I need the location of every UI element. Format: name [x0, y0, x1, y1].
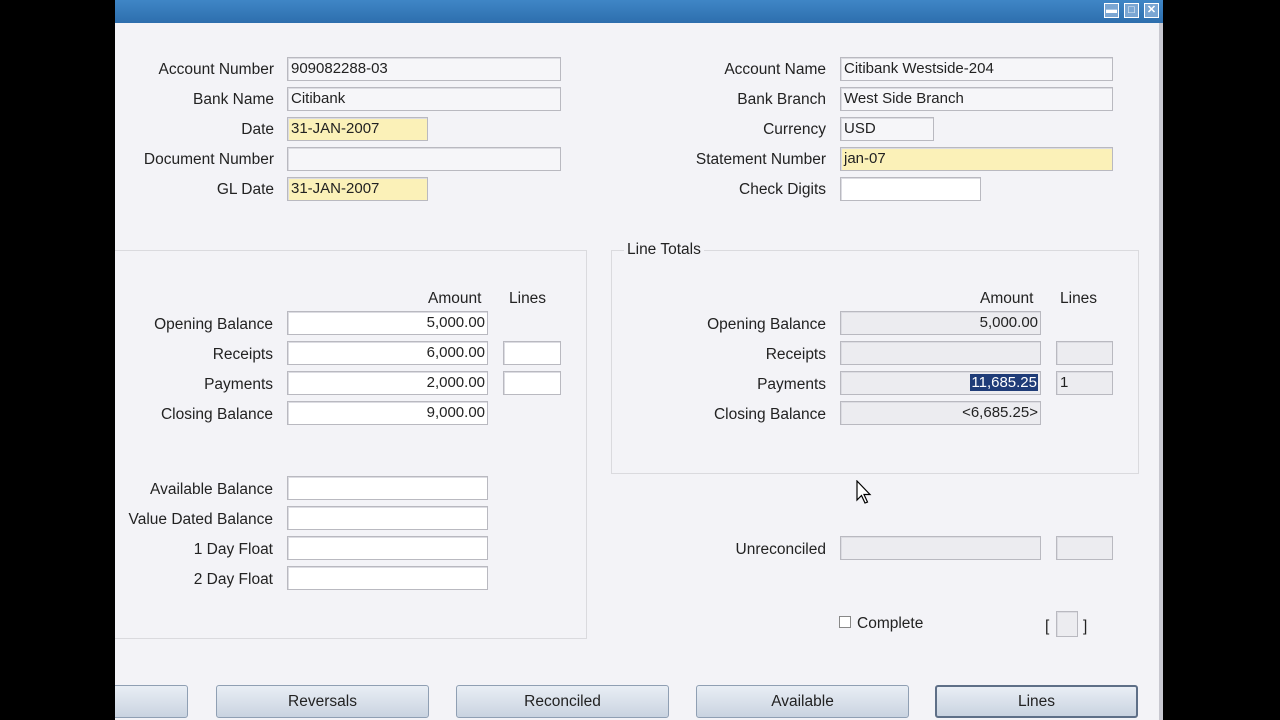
- complete-checkbox[interactable]: [839, 616, 851, 628]
- line-payments-lines-field: 1: [1056, 371, 1113, 395]
- bracket-open: [: [1045, 618, 1050, 635]
- line-lines-header: Lines: [1060, 290, 1098, 307]
- bank-branch-field[interactable]: West Side Branch: [840, 87, 1113, 111]
- close-icon[interactable]: ✕: [1144, 3, 1159, 18]
- bracket-close: ]: [1083, 618, 1088, 635]
- bank-statement-window: ▬ □ ✕ Account Number 909082288-03 Bank N…: [115, 0, 1163, 720]
- line-amount-header: Amount: [980, 290, 1034, 307]
- control-receipts-amount-field[interactable]: 6,000.00: [287, 341, 488, 365]
- mouse-cursor-icon: [856, 480, 872, 504]
- line-opening-balance-field: 5,000.00: [840, 311, 1041, 335]
- account-name-label: Account Name: [724, 61, 826, 78]
- check-digits-label: Check Digits: [739, 181, 826, 198]
- complete-label[interactable]: Complete: [857, 615, 923, 633]
- control-lines-header: Lines: [509, 290, 547, 307]
- unreconciled-amount-field: [840, 536, 1041, 560]
- gl-date-field[interactable]: 31-JAN-2007: [287, 177, 428, 201]
- bank-name-field[interactable]: Citibank: [287, 87, 561, 111]
- reconciled-button[interactable]: Reconciled: [456, 685, 669, 718]
- unreconciled-lines-field: [1056, 536, 1113, 560]
- line-receipts-amount-field: [840, 341, 1041, 365]
- title-bar: ▬ □ ✕: [115, 0, 1163, 23]
- line-opening-balance-label: Opening Balance: [707, 316, 826, 333]
- control-opening-balance-field[interactable]: 5,000.00: [287, 311, 488, 335]
- control-opening-balance-label: Opening Balance: [154, 316, 273, 333]
- line-payments-label: Payments: [757, 376, 826, 393]
- line-closing-balance-field: <6,685.25>: [840, 401, 1041, 425]
- available-button[interactable]: Available: [696, 685, 909, 718]
- unreconciled-label: Unreconciled: [735, 541, 826, 558]
- statement-number-field[interactable]: jan-07: [840, 147, 1113, 171]
- document-number-label: Document Number: [143, 151, 274, 168]
- control-receipts-lines-field[interactable]: [503, 341, 561, 365]
- value-dated-balance-field[interactable]: [287, 506, 488, 530]
- maximize-icon[interactable]: □: [1124, 3, 1139, 18]
- account-number-field[interactable]: 909082288-03: [287, 57, 561, 81]
- one-day-float-label: 1 Day Float: [193, 541, 273, 558]
- currency-label: Currency: [763, 121, 826, 138]
- two-day-float-label: 2 Day Float: [193, 571, 273, 588]
- statement-number-label: Statement Number: [695, 151, 826, 168]
- line-receipts-label: Receipts: [765, 346, 826, 363]
- available-balance-field[interactable]: [287, 476, 488, 500]
- control-closing-balance-field[interactable]: 9,000.00: [287, 401, 488, 425]
- reversals-button[interactable]: Reversals: [216, 685, 429, 718]
- value-dated-balance-label: Value Dated Balance: [128, 511, 273, 528]
- window-border: [1159, 23, 1163, 720]
- document-number-field[interactable]: [287, 147, 561, 171]
- minimize-icon[interactable]: ▬: [1104, 3, 1119, 18]
- lines-button[interactable]: Lines: [935, 685, 1138, 718]
- gl-date-label: GL Date: [216, 181, 274, 198]
- check-digits-field[interactable]: [840, 177, 981, 201]
- one-day-float-field[interactable]: [287, 536, 488, 560]
- partial-button[interactable]: [115, 685, 188, 718]
- control-payments-lines-field[interactable]: [503, 371, 561, 395]
- bank-branch-label: Bank Branch: [737, 91, 826, 108]
- account-number-label: Account Number: [158, 61, 274, 78]
- control-receipts-label: Receipts: [212, 346, 273, 363]
- account-name-field[interactable]: Citibank Westside-204: [840, 57, 1113, 81]
- bracket-indicator-field[interactable]: [1056, 611, 1078, 637]
- control-payments-amount-field[interactable]: 2,000.00: [287, 371, 488, 395]
- line-payments-amount-field[interactable]: 11,685.25: [840, 371, 1041, 395]
- date-field[interactable]: 31-JAN-2007: [287, 117, 428, 141]
- currency-field[interactable]: USD: [840, 117, 934, 141]
- line-receipts-lines-field: [1056, 341, 1113, 365]
- available-balance-label: Available Balance: [150, 481, 273, 498]
- two-day-float-field[interactable]: [287, 566, 488, 590]
- line-totals-title: Line Totals: [624, 241, 704, 259]
- control-amount-header: Amount: [428, 290, 482, 307]
- control-payments-label: Payments: [204, 376, 273, 393]
- date-label: Date: [241, 121, 274, 138]
- line-payments-amount-selection: 11,685.25: [970, 374, 1038, 391]
- line-closing-balance-label: Closing Balance: [713, 406, 826, 423]
- bank-name-label: Bank Name: [193, 91, 274, 108]
- control-closing-balance-label: Closing Balance: [160, 406, 273, 423]
